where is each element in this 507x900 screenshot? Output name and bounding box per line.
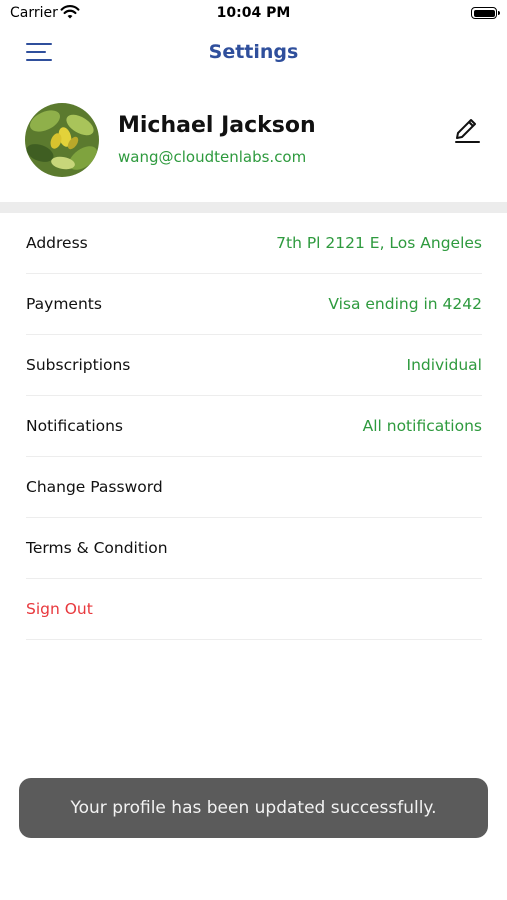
pencil-icon[interactable] xyxy=(453,113,481,143)
row-label: Subscriptions xyxy=(26,356,131,374)
row-label: Address xyxy=(26,234,88,252)
status-time: 10:04 PM xyxy=(216,5,291,21)
settings-row-payments[interactable]: Payments Visa ending in 4242 xyxy=(26,274,482,335)
row-label: Change Password xyxy=(26,478,163,496)
settings-row-terms[interactable]: Terms & Condition xyxy=(26,518,482,579)
toast-notification: Your profile has been updated successful… xyxy=(19,778,488,838)
row-label: Notifications xyxy=(26,417,124,435)
row-value: Individual xyxy=(406,356,483,374)
sign-out-button[interactable]: Sign Out xyxy=(26,579,482,640)
settings-row-change-password[interactable]: Change Password xyxy=(26,457,482,518)
settings-row-address[interactable]: Address 7th Pl 2121 E, Los Angeles xyxy=(26,213,482,274)
row-label: Payments xyxy=(26,295,102,313)
avatar[interactable] xyxy=(25,103,99,177)
profile-name: Michael Jackson xyxy=(118,113,316,138)
battery-icon xyxy=(471,7,500,19)
row-value: 7th Pl 2121 E, Los Angeles xyxy=(276,234,482,252)
sign-out-label: Sign Out xyxy=(26,600,93,618)
profile-email: wang@cloudtenlabs.com xyxy=(118,148,307,166)
row-value: All notifications xyxy=(362,417,482,435)
status-bar: Carrier 10:04 PM xyxy=(0,0,507,30)
nav-bar: Settings xyxy=(0,30,507,75)
section-divider xyxy=(0,202,507,213)
settings-row-subscriptions[interactable]: Subscriptions Individual xyxy=(26,335,482,396)
settings-row-notifications[interactable]: Notifications All notifications xyxy=(26,396,482,457)
row-label: Terms & Condition xyxy=(26,539,168,557)
row-value: Visa ending in 4242 xyxy=(328,295,482,313)
settings-list: Address 7th Pl 2121 E, Los Angeles Payme… xyxy=(0,213,507,640)
toast-message: Your profile has been updated successful… xyxy=(70,798,437,818)
profile-header: Michael Jackson wang@cloudtenlabs.com xyxy=(0,100,507,200)
page-title: Settings xyxy=(208,41,299,63)
